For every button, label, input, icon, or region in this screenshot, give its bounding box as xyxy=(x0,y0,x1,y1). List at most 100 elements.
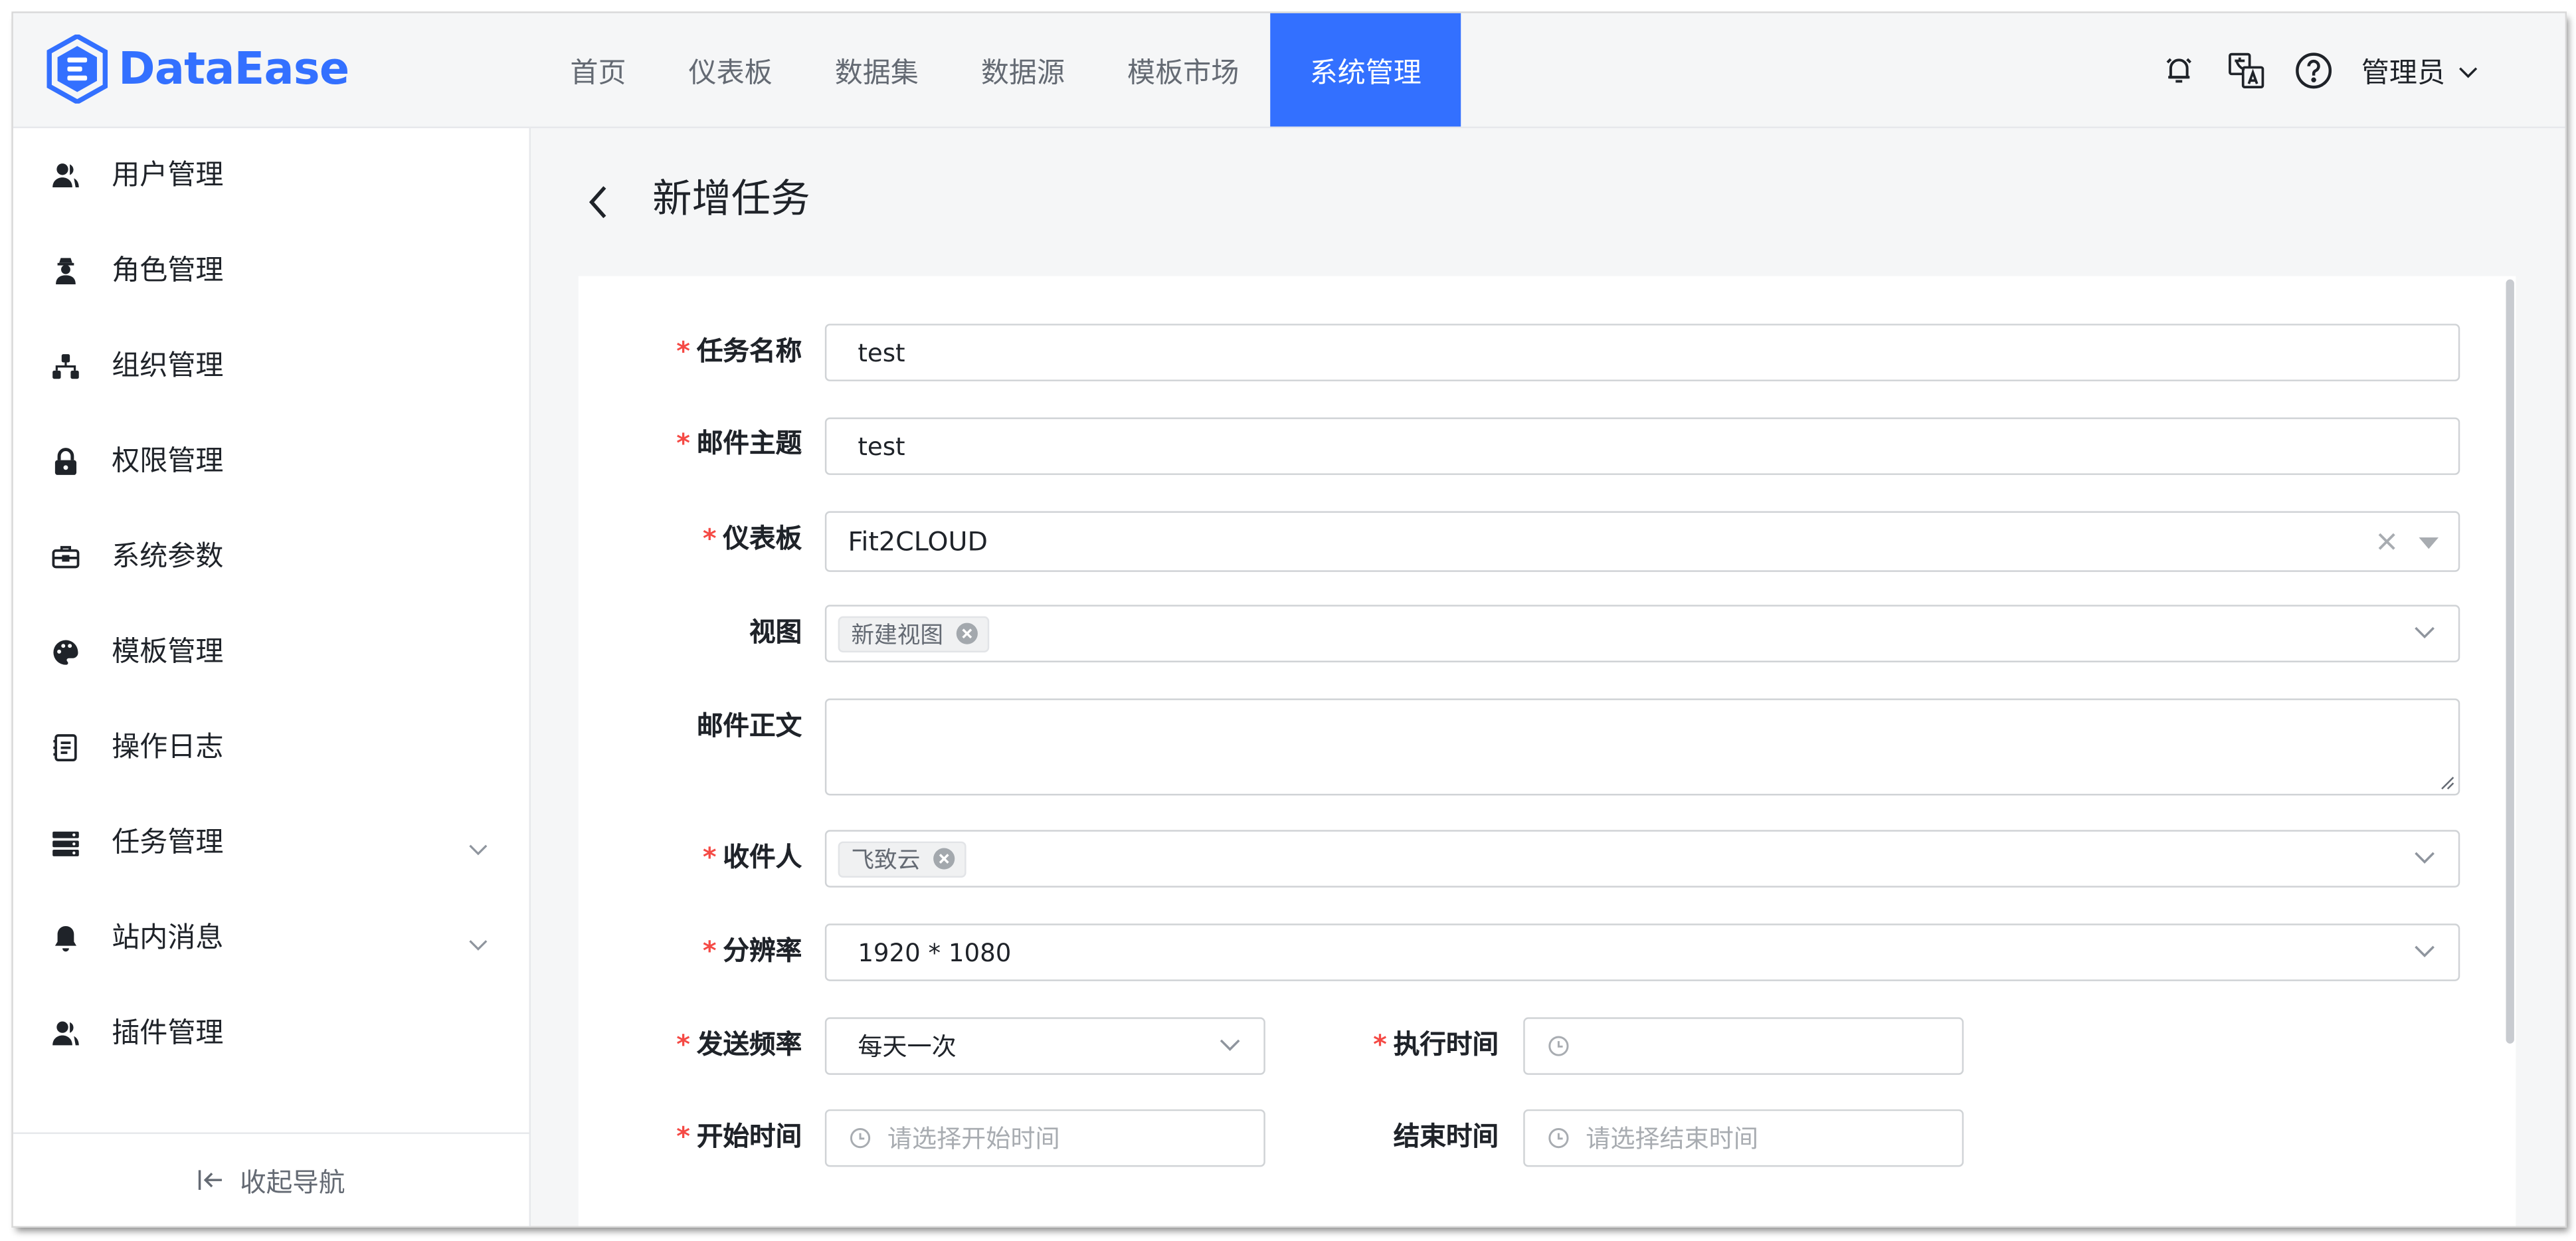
mail-subject-value: test xyxy=(858,431,905,461)
collapse-left-icon xyxy=(197,1169,224,1192)
header-actions: 管理员 xyxy=(2160,13,2565,127)
resize-handle-icon[interactable] xyxy=(2440,776,2455,791)
logo[interactable]: DataEase xyxy=(46,34,349,104)
nav-datasource[interactable]: 数据源 xyxy=(950,13,1096,127)
end-time-placeholder: 请选择结束时间 xyxy=(1586,1124,1759,1154)
chevron-down-icon xyxy=(2414,944,2435,957)
user-menu[interactable]: 管理员 xyxy=(2361,49,2478,90)
nav-dataset[interactable]: 数据集 xyxy=(804,13,950,127)
user-icon xyxy=(49,159,82,192)
start-time-placeholder: 请选择开始时间 xyxy=(887,1124,1060,1154)
sidebar-item-task-management[interactable]: 任务管理 xyxy=(13,795,529,890)
clock-icon xyxy=(850,1127,871,1149)
palette-icon xyxy=(49,636,82,668)
sidebar-item-label: 用户管理 xyxy=(112,159,224,193)
view-tag: 新建视图 xyxy=(838,615,990,652)
view-select[interactable]: 新建视图 xyxy=(824,605,2460,662)
chevron-down-icon xyxy=(2458,53,2478,86)
sidebar-item-label: 角色管理 xyxy=(112,254,224,288)
clock-icon xyxy=(1548,1127,1569,1149)
help-icon[interactable] xyxy=(2294,50,2333,89)
sidebar-item-messages[interactable]: 站内消息 xyxy=(13,891,529,986)
role-icon xyxy=(49,254,82,287)
nav-template-market[interactable]: 模板市场 xyxy=(1096,13,1270,127)
recipients-label: * 收件人 xyxy=(702,841,802,873)
mail-subject-input[interactable]: test xyxy=(824,417,2460,475)
top-nav: 首页 仪表板 数据集 数据源 模板市场 系统管理 xyxy=(539,13,1461,127)
collapse-nav-button[interactable]: 收起导航 xyxy=(13,1132,529,1226)
nav-dashboard[interactable]: 仪表板 xyxy=(658,13,804,127)
form-scrollbar[interactable] xyxy=(2506,279,2514,1044)
exec-time-label: * 执行时间 xyxy=(1373,1028,1499,1060)
task-name-label: * 任务名称 xyxy=(676,335,802,367)
org-icon xyxy=(49,350,82,383)
start-time-label: * 开始时间 xyxy=(676,1121,802,1153)
chevron-down-icon xyxy=(2414,850,2435,864)
sidebar-item-template-management[interactable]: 模板管理 xyxy=(13,605,529,700)
sidebar-item-system-params[interactable]: 系统参数 xyxy=(13,510,529,605)
nav-home[interactable]: 首页 xyxy=(539,13,657,127)
app-window: DataEase 首页 仪表板 数据集 数据源 模板市场 系统管理 管理员 用户… xyxy=(13,13,2565,1226)
sidebar-item-label: 模板管理 xyxy=(112,636,224,669)
server-icon xyxy=(49,826,82,859)
sidebar-item-label: 操作日志 xyxy=(112,731,224,765)
view-tag-label: 新建视图 xyxy=(851,622,943,648)
recipients-select[interactable]: 飞致云 xyxy=(824,830,2460,888)
sidebar-item-plugins[interactable]: 插件管理 xyxy=(13,986,529,1081)
plugin-icon xyxy=(49,1017,82,1050)
tag-close-icon[interactable] xyxy=(956,622,978,644)
resolution-select[interactable]: 1920 * 1080 xyxy=(824,923,2460,981)
toolbox-icon xyxy=(49,541,82,573)
chevron-down-icon xyxy=(468,832,488,864)
mail-subject-label: * 邮件主题 xyxy=(676,427,802,459)
recipient-tag-label: 飞致云 xyxy=(851,847,921,874)
sidebar-item-label: 组织管理 xyxy=(112,349,224,383)
bell-icon xyxy=(49,922,82,955)
resolution-value: 1920 * 1080 xyxy=(858,937,1012,967)
top-header: DataEase 首页 仪表板 数据集 数据源 模板市场 系统管理 管理员 xyxy=(13,13,2565,128)
sidebar-item-label: 站内消息 xyxy=(112,921,224,955)
mail-body-label: 邮件正文 xyxy=(696,710,802,741)
resolution-label: * 分辨率 xyxy=(702,935,802,967)
dashboard-value: Fit2CLOUD xyxy=(848,525,988,557)
sidebar-item-label: 权限管理 xyxy=(112,445,224,478)
end-time-picker[interactable]: 请选择结束时间 xyxy=(1523,1109,1964,1167)
chevron-down-icon xyxy=(1220,1038,1241,1051)
dashboard-label: * 仪表板 xyxy=(702,522,802,554)
frequency-select[interactable]: 每天一次 xyxy=(824,1017,1265,1075)
sidebar-item-label: 插件管理 xyxy=(112,1017,224,1050)
sidebar: 用户管理 角色管理 组织管理 权限管理 系统参数 模板管理 操作日志 任务管理 … xyxy=(13,128,531,1226)
exec-time-picker[interactable] xyxy=(1523,1017,1964,1075)
clock-icon xyxy=(1548,1035,1569,1056)
collapse-nav-label: 收起导航 xyxy=(240,1167,345,1198)
tag-close-icon[interactable] xyxy=(933,848,955,870)
sidebar-item-label: 系统参数 xyxy=(112,540,224,574)
logo-text: DataEase xyxy=(118,43,349,95)
clear-icon[interactable] xyxy=(2378,533,2396,551)
lock-icon xyxy=(49,445,82,478)
sidebar-item-users[interactable]: 用户管理 xyxy=(13,128,529,223)
mail-body-textarea[interactable] xyxy=(824,698,2460,796)
caret-down-icon xyxy=(2419,537,2439,549)
start-time-picker[interactable]: 请选择开始时间 xyxy=(824,1109,1265,1167)
task-name-value: test xyxy=(858,337,905,367)
translate-icon[interactable] xyxy=(2227,50,2266,89)
sidebar-item-roles[interactable]: 角色管理 xyxy=(13,223,529,318)
dashboard-select[interactable]: Fit2CLOUD xyxy=(824,511,2460,572)
view-label: 视图 xyxy=(749,616,802,648)
frequency-value: 每天一次 xyxy=(858,1032,957,1062)
sidebar-item-label: 任务管理 xyxy=(112,826,224,860)
back-icon[interactable] xyxy=(582,181,614,223)
nav-system-management[interactable]: 系统管理 xyxy=(1270,13,1461,127)
frequency-label: * 发送频率 xyxy=(676,1028,802,1060)
task-name-input[interactable]: test xyxy=(824,324,2460,381)
dataease-logo-icon xyxy=(46,34,108,104)
sidebar-item-permissions[interactable]: 权限管理 xyxy=(13,414,529,509)
end-time-label: 结束时间 xyxy=(1393,1121,1499,1153)
chevron-down-icon xyxy=(2414,625,2435,638)
log-icon xyxy=(49,731,82,764)
sidebar-item-operation-log[interactable]: 操作日志 xyxy=(13,700,529,795)
sidebar-item-organization[interactable]: 组织管理 xyxy=(13,319,529,414)
bell-icon[interactable] xyxy=(2160,50,2199,89)
recipient-tag: 飞致云 xyxy=(838,840,966,877)
